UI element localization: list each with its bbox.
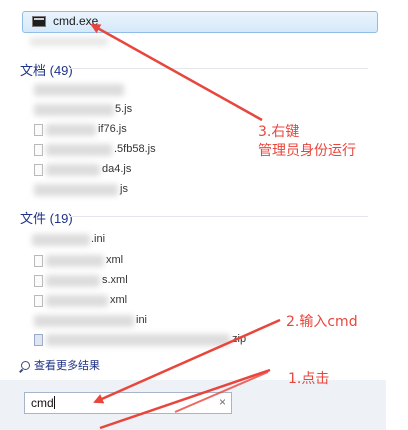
annotation-step3-line1: 3.右键	[258, 124, 300, 140]
arrow-to-start-button	[174, 371, 269, 413]
annotation-step1: 1.点击	[288, 371, 330, 387]
annotation-arrows	[90, 23, 281, 430]
arrow-to-search-input-2	[99, 368, 271, 430]
annotation-step3-line2: 管理员身份运行	[258, 143, 356, 159]
arrow-to-cmd-exe	[90, 23, 263, 122]
annotation-step2: 2.输入cmd	[286, 314, 358, 330]
arrow-to-search-input	[93, 318, 281, 404]
